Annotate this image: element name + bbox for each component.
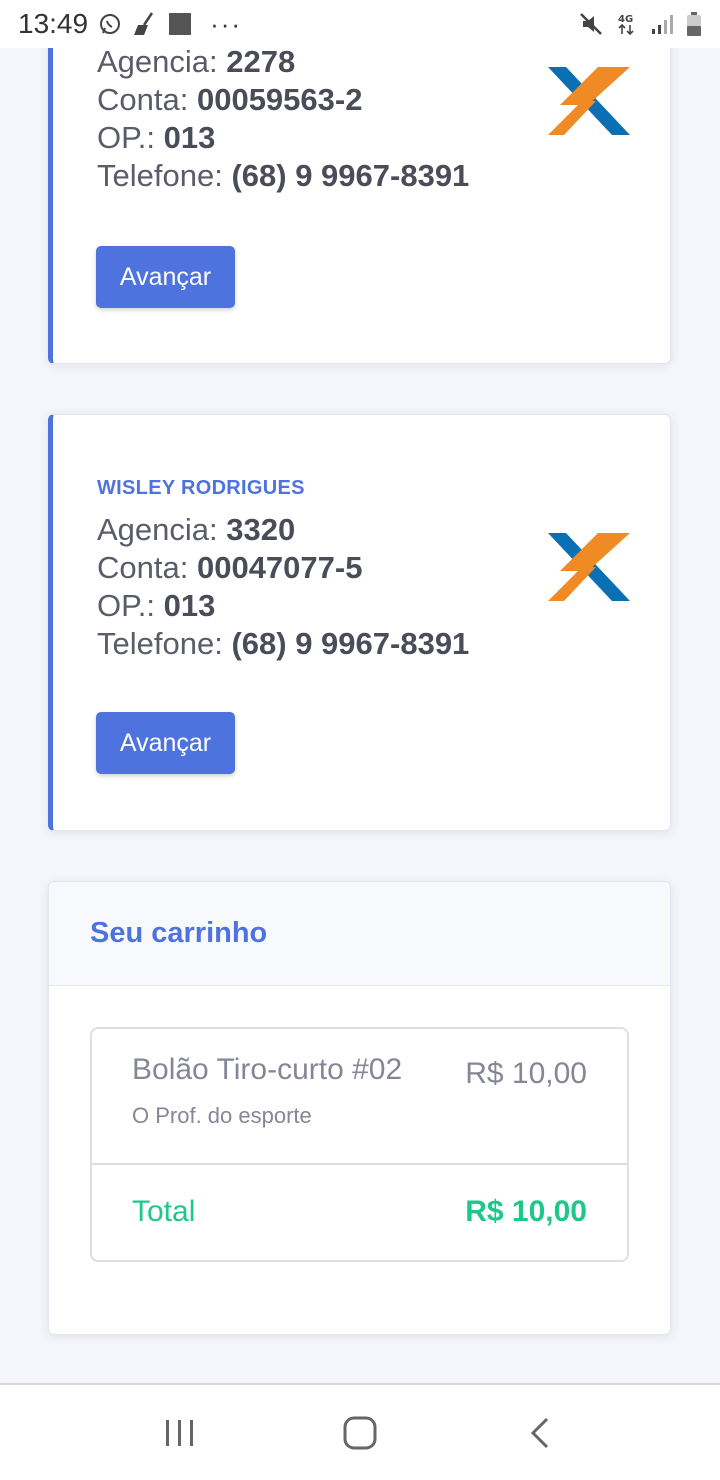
- square-icon: [168, 12, 192, 36]
- svg-text:4G: 4G: [618, 14, 633, 25]
- bank-card-1: Agencia: 2278 Conta: 00059563-2 OP.: 013…: [48, 0, 671, 364]
- item-subtitle: O Prof. do esporte: [132, 1103, 312, 1128]
- conta-value: 00059563-2: [196, 82, 363, 117]
- total-label: Total: [132, 1195, 196, 1228]
- broom-icon: [132, 11, 158, 37]
- op-value: 013: [163, 120, 216, 155]
- agencia-value: 3320: [226, 512, 296, 547]
- agencia-label: Agencia:: [97, 512, 218, 547]
- cart-item: Bolão Tiro-curto #02 R$ 10,00 O Prof. do…: [92, 1029, 627, 1165]
- cart-title: Seu carrinho: [90, 917, 268, 949]
- total-value: R$ 10,00: [465, 1195, 587, 1228]
- bank-details: Agencia: 3320 Conta: 00047077-5 OP.: 013…: [97, 511, 469, 663]
- caixa-logo-icon: [548, 67, 630, 135]
- telefone-line: Telefone: (68) 9 9967-8391: [97, 157, 469, 195]
- telefone-label: Telefone:: [97, 158, 223, 193]
- item-price: R$ 10,00: [465, 1057, 587, 1090]
- agencia-value: 2278: [226, 44, 296, 79]
- conta-label: Conta:: [97, 550, 189, 585]
- op-value: 013: [163, 588, 216, 623]
- conta-line: Conta: 00059563-2: [97, 81, 469, 119]
- signal-icon: [650, 12, 674, 36]
- cart-list: Bolão Tiro-curto #02 R$ 10,00 O Prof. do…: [90, 1027, 629, 1262]
- advance-button[interactable]: Avançar: [96, 712, 235, 774]
- conta-line: Conta: 00047077-5: [97, 549, 469, 587]
- agencia-line: Agencia: 3320: [97, 511, 469, 549]
- op-label: OP.:: [97, 120, 156, 155]
- network-4g-icon: 4G: [616, 11, 638, 37]
- recent-apps-icon[interactable]: [150, 1403, 210, 1463]
- telefone-value: (68) 9 9967-8391: [231, 626, 470, 661]
- agencia-line: Agencia: 2278: [97, 43, 469, 81]
- cart-total: Total R$ 10,00: [92, 1165, 627, 1260]
- mute-icon: [578, 11, 604, 37]
- back-icon[interactable]: [510, 1403, 570, 1463]
- advance-button[interactable]: Avançar: [96, 246, 235, 308]
- account-holder-name: WISLEY RODRIGUES: [97, 477, 305, 499]
- caixa-logo-icon: [548, 533, 630, 601]
- bank-card-2: WISLEY RODRIGUES Agencia: 3320 Conta: 00…: [48, 414, 671, 831]
- conta-value: 00047077-5: [196, 550, 363, 585]
- cart-card: Seu carrinho Bolão Tiro-curto #02 R$ 10,…: [48, 881, 671, 1335]
- battery-icon: [686, 11, 702, 37]
- telefone-line: Telefone: (68) 9 9967-8391: [97, 625, 469, 663]
- bank-details: Agencia: 2278 Conta: 00059563-2 OP.: 013…: [97, 43, 469, 195]
- status-bar: 13:49 ··· 4G: [0, 0, 720, 48]
- home-icon[interactable]: [330, 1403, 390, 1463]
- navigation-bar: [0, 1383, 720, 1480]
- telefone-label: Telefone:: [97, 626, 223, 661]
- status-left: 13:49 ···: [18, 8, 242, 40]
- more-dots-icon: ···: [210, 9, 243, 39]
- status-right: 4G: [578, 11, 702, 37]
- item-name: Bolão Tiro-curto #02: [132, 1053, 403, 1086]
- op-line: OP.: 013: [97, 119, 469, 157]
- whatsapp-icon: [98, 12, 122, 36]
- conta-label: Conta:: [97, 82, 189, 117]
- op-line: OP.: 013: [97, 587, 469, 625]
- cart-header: Seu carrinho: [49, 882, 670, 986]
- agencia-label: Agencia:: [97, 44, 218, 79]
- status-time: 13:49: [18, 8, 89, 39]
- op-label: OP.:: [97, 588, 156, 623]
- telefone-value: (68) 9 9967-8391: [231, 158, 470, 193]
